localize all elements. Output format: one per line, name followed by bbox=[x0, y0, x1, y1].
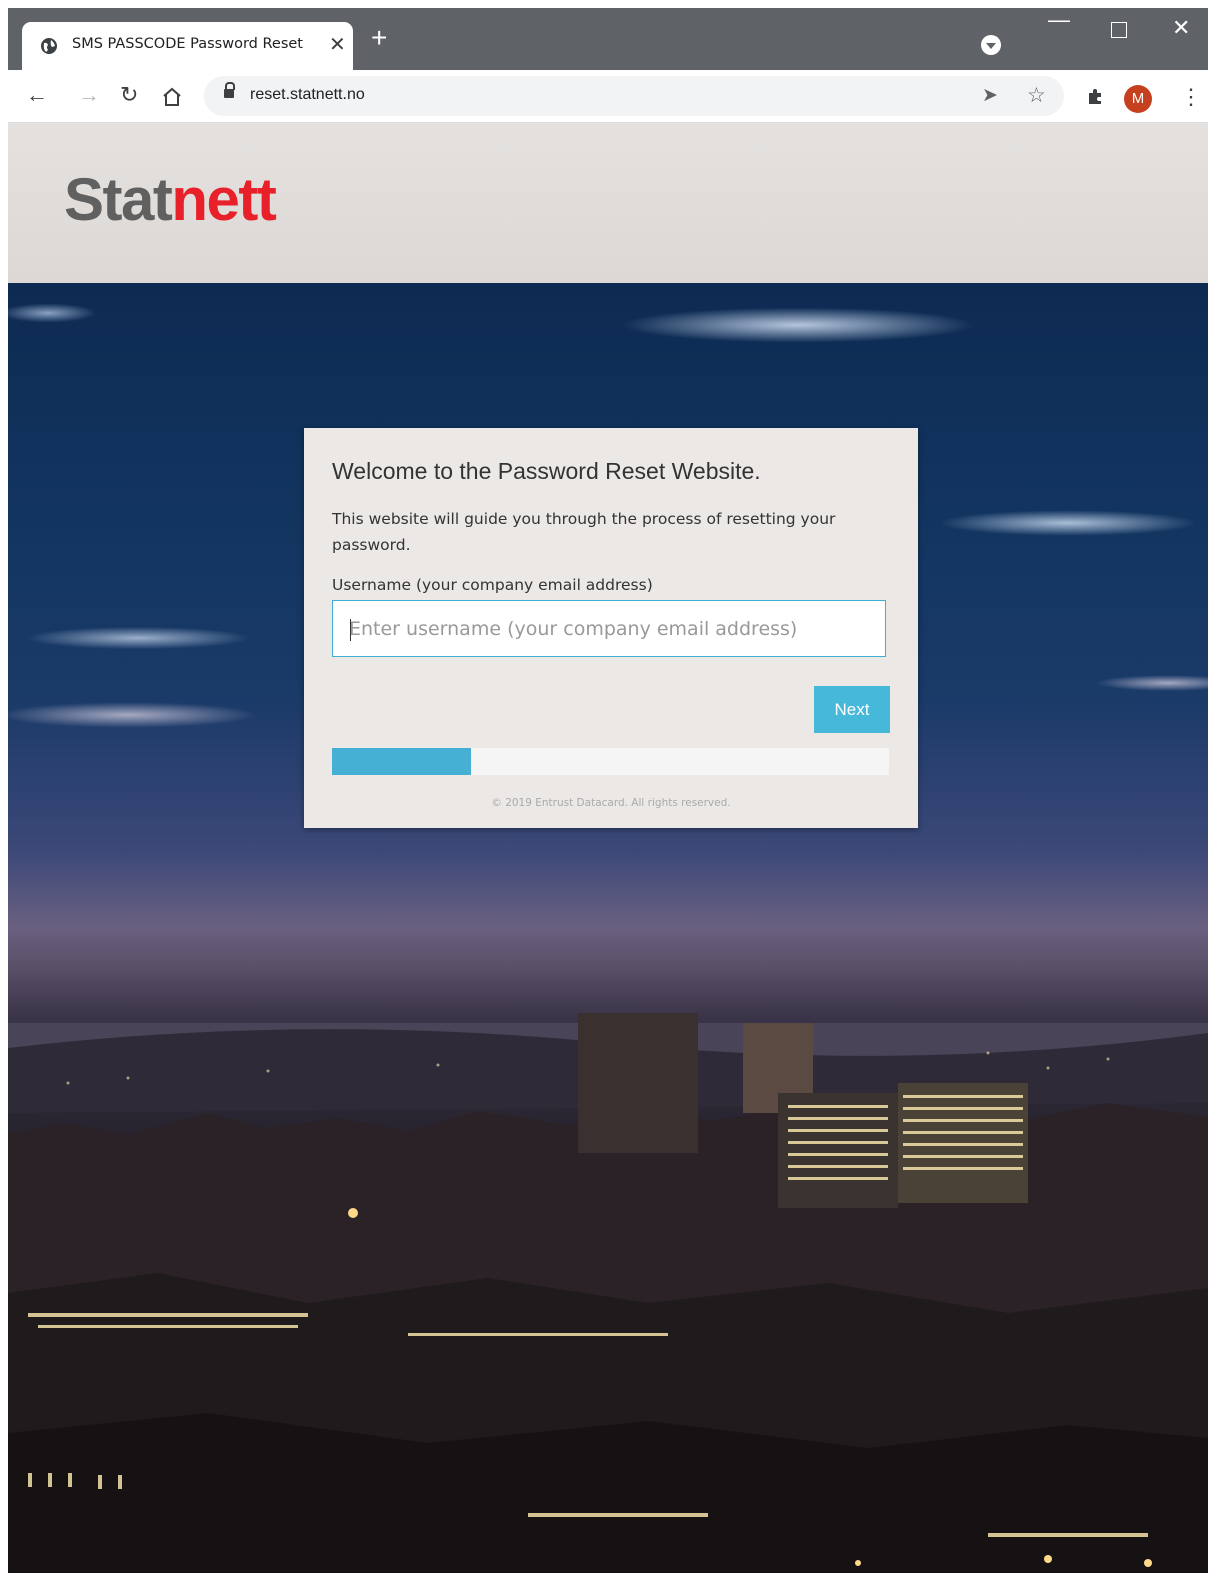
reload-icon[interactable]: ↻ bbox=[120, 82, 138, 108]
window-close-icon[interactable]: ✕ bbox=[1172, 17, 1190, 39]
progress-bar-fill bbox=[332, 748, 472, 775]
profile-dropdown-icon[interactable] bbox=[981, 35, 1001, 55]
lock-icon bbox=[224, 82, 235, 98]
logo-part-2: nett bbox=[171, 166, 276, 233]
close-icon[interactable]: ✕ bbox=[329, 35, 346, 55]
star-icon[interactable]: ☆ bbox=[1027, 83, 1046, 108]
username-input[interactable] bbox=[333, 601, 885, 656]
tab-strip: SMS PASSCODE Password Reset ✕ + — ✕ bbox=[8, 8, 1208, 70]
back-arrow-icon[interactable]: ← bbox=[26, 82, 48, 108]
next-button[interactable]: Next bbox=[814, 686, 890, 733]
logo-part-1: Stat bbox=[64, 166, 173, 233]
text-caret bbox=[350, 619, 351, 641]
page-content: Statnett Welcome to the Password Reset W… bbox=[8, 123, 1208, 1573]
extensions-icon[interactable] bbox=[1086, 86, 1106, 106]
plus-icon[interactable]: + bbox=[371, 24, 387, 52]
home-icon[interactable] bbox=[161, 86, 183, 108]
card-title: Welcome to the Password Reset Website. bbox=[332, 458, 761, 484]
password-reset-card: Welcome to the Password Reset Website. T… bbox=[304, 428, 918, 828]
maximize-icon[interactable] bbox=[1111, 22, 1127, 38]
kebab-menu-icon[interactable]: ⋮ bbox=[1180, 84, 1202, 110]
browser-toolbar: ← → ↻ reset.statnett.no ➤ ☆ M ⋮ bbox=[8, 70, 1208, 123]
profile-avatar[interactable]: M bbox=[1124, 85, 1152, 113]
forward-arrow-icon[interactable]: → bbox=[78, 82, 100, 108]
city-background-image: Welcome to the Password Reset Website. T… bbox=[8, 283, 1208, 1573]
address-bar[interactable]: reset.statnett.no ➤ ☆ bbox=[204, 76, 1064, 116]
minimize-icon[interactable]: — bbox=[1048, 9, 1070, 31]
username-label: Username (your company email address) bbox=[332, 576, 653, 594]
globe-icon bbox=[41, 38, 57, 54]
send-icon[interactable]: ➤ bbox=[982, 84, 998, 107]
browser-window: SMS PASSCODE Password Reset ✕ + — ✕ ← → … bbox=[8, 8, 1208, 1573]
city-skyline-illustration bbox=[8, 1013, 1208, 1573]
site-header: Statnett bbox=[8, 123, 1208, 283]
url-text[interactable]: reset.statnett.no bbox=[250, 86, 365, 104]
username-field[interactable] bbox=[332, 600, 886, 657]
statnett-logo[interactable]: Statnett bbox=[64, 165, 277, 234]
copyright-text: © 2019 Entrust Datacard. All rights rese… bbox=[491, 797, 731, 809]
tab-title: SMS PASSCODE Password Reset bbox=[72, 36, 303, 52]
progress-bar bbox=[332, 748, 889, 775]
card-description: This website will guide you through the … bbox=[332, 510, 836, 554]
active-tab[interactable]: SMS PASSCODE Password Reset ✕ bbox=[22, 22, 353, 70]
